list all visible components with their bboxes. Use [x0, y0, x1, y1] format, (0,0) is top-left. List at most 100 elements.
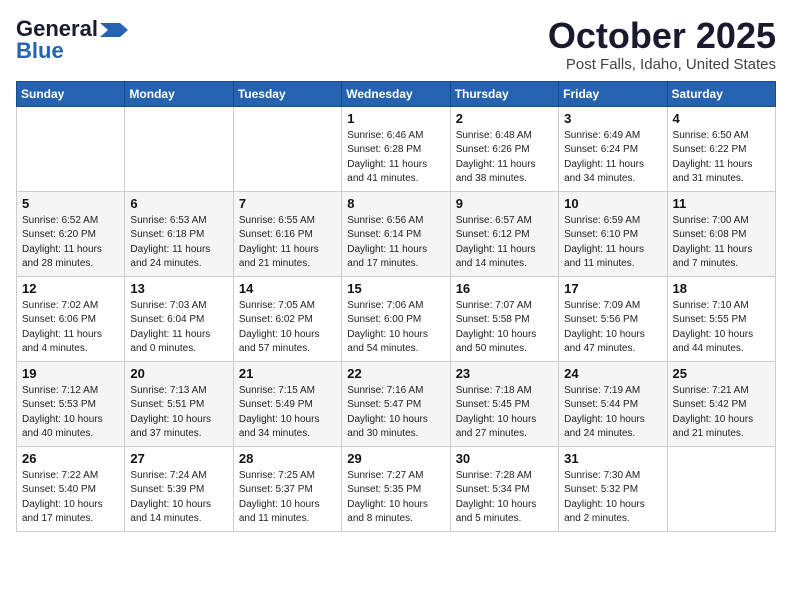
day-info: Sunrise: 6:48 AMSunset: 6:26 PMDaylight:… [456, 129, 553, 187]
table-row: 8Sunrise: 6:56 AMSunset: 6:14 PMDaylight… [342, 191, 450, 276]
day-number: 16 [456, 281, 553, 296]
day-info: Sunrise: 7:09 AMSunset: 5:56 PMDaylight:… [564, 299, 661, 357]
day-number: 6 [130, 196, 227, 211]
table-row: 26Sunrise: 7:22 AMSunset: 5:40 PMDayligh… [17, 446, 125, 531]
day-number: 3 [564, 111, 661, 126]
table-row: 6 Sunrise: 6:53 AMSunset: 6:18 PMDaylight… [125, 191, 233, 276]
table-row: 24 Sunrise: 7:19 AMSunset: 5:44 PMDayligh… [559, 361, 667, 446]
table-row [233, 106, 341, 191]
day-info: Sunrise: 6:49 AMSunset: 6:24 PMDaylight:… [564, 129, 661, 187]
table-row: 19 Sunrise: 7:12 AMSunset: 5:53 PMDayligh… [17, 361, 125, 446]
day-number: 30 [456, 451, 553, 466]
day-number: 27 [130, 451, 227, 466]
day-info: Sunrise: 7:00 AMSunset: 6:08 PMDaylight:… [673, 214, 770, 272]
col-tuesday: Tuesday [233, 81, 341, 106]
day-info: Sunrise: 6:46 AMSunset: 6:28 PMDaylight:… [347, 129, 444, 187]
day-info: Sunrise: 7:25 AMSunset: 5:37 PMDaylight:… [239, 469, 336, 527]
day-number: 23 [456, 366, 553, 381]
day-info: Sunrise: 6:52 AMSunset: 6:20 PMDaylight:… [22, 214, 119, 272]
col-monday: Monday [125, 81, 233, 106]
col-friday: Friday [559, 81, 667, 106]
day-info: Sunrise: 7:19 AMSunset: 5:44 PMDaylight:… [564, 384, 661, 442]
day-info: Sunrise: 7:12 AMSunset: 5:53 PMDaylight:… [22, 384, 119, 442]
day-number: 5 [22, 196, 119, 211]
table-row: 14Sunrise: 7:05 AMSunset: 6:02 PMDayligh… [233, 276, 341, 361]
table-row: 4 Sunrise: 6:50 AMSunset: 6:22 PMDaylight… [667, 106, 775, 191]
day-info: Sunrise: 6:56 AMSunset: 6:14 PMDaylight:… [347, 214, 444, 272]
table-row: 12Sunrise: 7:02 AMSunset: 6:06 PMDayligh… [17, 276, 125, 361]
day-number: 7 [239, 196, 336, 211]
col-saturday: Saturday [667, 81, 775, 106]
table-row: 11 Sunrise: 7:00 AMSunset: 6:08 PMDayligh… [667, 191, 775, 276]
day-number: 25 [673, 366, 770, 381]
day-info: Sunrise: 6:50 AMSunset: 6:22 PMDaylight:… [673, 129, 770, 187]
day-info: Sunrise: 6:55 AMSunset: 6:16 PMDaylight:… [239, 214, 336, 272]
day-info: Sunrise: 6:59 AMSunset: 6:10 PMDaylight:… [564, 214, 661, 272]
table-row: 30 Sunrise: 7:28 AMSunset: 5:34 PMDayligh… [450, 446, 558, 531]
calendar-week-row: 26Sunrise: 7:22 AMSunset: 5:40 PMDayligh… [17, 446, 776, 531]
table-row: 27Sunrise: 7:24 AMSunset: 5:39 PMDayligh… [125, 446, 233, 531]
calendar-week-row: 5 Sunrise: 6:52 AMSunset: 6:20 PMDaylight… [17, 191, 776, 276]
day-number: 22 [347, 366, 444, 381]
col-thursday: Thursday [450, 81, 558, 106]
table-row [667, 446, 775, 531]
calendar-header-row: Sunday Monday Tuesday Wednesday Thursday… [17, 81, 776, 106]
table-row: 7 Sunrise: 6:55 AMSunset: 6:16 PMDaylight… [233, 191, 341, 276]
day-number: 29 [347, 451, 444, 466]
day-number: 18 [673, 281, 770, 296]
day-info: Sunrise: 7:05 AMSunset: 6:02 PMDaylight:… [239, 299, 336, 357]
day-number: 19 [22, 366, 119, 381]
logo: General Blue [16, 16, 128, 64]
table-row: 18 Sunrise: 7:10 AMSunset: 5:55 PMDayligh… [667, 276, 775, 361]
table-row: 5 Sunrise: 6:52 AMSunset: 6:20 PMDaylight… [17, 191, 125, 276]
day-info: Sunrise: 7:03 AMSunset: 6:04 PMDaylight:… [130, 299, 227, 357]
day-info: Sunrise: 6:53 AMSunset: 6:18 PMDaylight:… [130, 214, 227, 272]
table-row: 16Sunrise: 7:07 AMSunset: 5:58 PMDayligh… [450, 276, 558, 361]
table-row: 21Sunrise: 7:15 AMSunset: 5:49 PMDayligh… [233, 361, 341, 446]
month-title: October 2025 [548, 16, 776, 56]
day-number: 1 [347, 111, 444, 126]
day-info: Sunrise: 7:22 AMSunset: 5:40 PMDaylight:… [22, 469, 119, 527]
day-number: 20 [130, 366, 227, 381]
calendar-week-row: 19 Sunrise: 7:12 AMSunset: 5:53 PMDayligh… [17, 361, 776, 446]
day-info: Sunrise: 7:10 AMSunset: 5:55 PMDaylight:… [673, 299, 770, 357]
table-row: 23 Sunrise: 7:18 AMSunset: 5:45 PMDayligh… [450, 361, 558, 446]
logo-arrow-icon [100, 23, 128, 37]
col-wednesday: Wednesday [342, 81, 450, 106]
col-sunday: Sunday [17, 81, 125, 106]
day-number: 13 [130, 281, 227, 296]
day-number: 4 [673, 111, 770, 126]
table-row: 13 Sunrise: 7:03 AMSunset: 6:04 PMDayligh… [125, 276, 233, 361]
day-number: 24 [564, 366, 661, 381]
logo-blue: Blue [16, 38, 64, 64]
day-info: Sunrise: 7:16 AMSunset: 5:47 PMDaylight:… [347, 384, 444, 442]
calendar-table: Sunday Monday Tuesday Wednesday Thursday… [16, 81, 776, 532]
page-header: General Blue October 2025 Post Falls, Id… [16, 16, 776, 73]
day-info: Sunrise: 6:57 AMSunset: 6:12 PMDaylight:… [456, 214, 553, 272]
table-row [125, 106, 233, 191]
table-row: 31Sunrise: 7:30 AMSunset: 5:32 PMDayligh… [559, 446, 667, 531]
table-row: 3 Sunrise: 6:49 AMSunset: 6:24 PMDaylight… [559, 106, 667, 191]
table-row: 22 Sunrise: 7:16 AMSunset: 5:47 PMDayligh… [342, 361, 450, 446]
day-info: Sunrise: 7:30 AMSunset: 5:32 PMDaylight:… [564, 469, 661, 527]
day-number: 2 [456, 111, 553, 126]
table-row: 2 Sunrise: 6:48 AMSunset: 6:26 PMDaylight… [450, 106, 558, 191]
table-row: 1 Sunrise: 6:46 AMSunset: 6:28 PMDaylight… [342, 106, 450, 191]
table-row: 25 Sunrise: 7:21 AMSunset: 5:42 PMDayligh… [667, 361, 775, 446]
day-info: Sunrise: 7:27 AMSunset: 5:35 PMDaylight:… [347, 469, 444, 527]
day-number: 11 [673, 196, 770, 211]
day-number: 15 [347, 281, 444, 296]
day-number: 12 [22, 281, 119, 296]
day-info: Sunrise: 7:13 AMSunset: 5:51 PMDaylight:… [130, 384, 227, 442]
calendar-week-row: 1 Sunrise: 6:46 AMSunset: 6:28 PMDaylight… [17, 106, 776, 191]
day-info: Sunrise: 7:18 AMSunset: 5:45 PMDaylight:… [456, 384, 553, 442]
day-number: 9 [456, 196, 553, 211]
title-section: October 2025 Post Falls, Idaho, United S… [548, 16, 776, 73]
day-number: 28 [239, 451, 336, 466]
table-row: 28 Sunrise: 7:25 AMSunset: 5:37 PMDayligh… [233, 446, 341, 531]
day-info: Sunrise: 7:21 AMSunset: 5:42 PMDaylight:… [673, 384, 770, 442]
day-info: Sunrise: 7:28 AMSunset: 5:34 PMDaylight:… [456, 469, 553, 527]
calendar-week-row: 12Sunrise: 7:02 AMSunset: 6:06 PMDayligh… [17, 276, 776, 361]
table-row [17, 106, 125, 191]
table-row: 29 Sunrise: 7:27 AMSunset: 5:35 PMDayligh… [342, 446, 450, 531]
